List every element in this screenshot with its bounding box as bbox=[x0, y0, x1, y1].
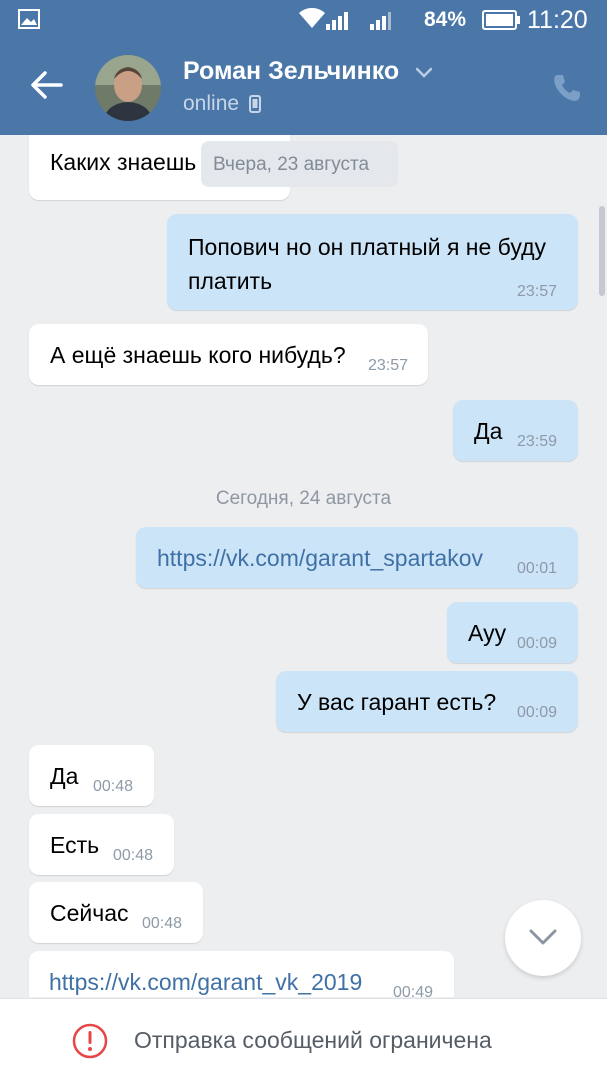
message-time: 23:57 bbox=[517, 283, 558, 300]
message-link[interactable]: https://vk.com/garant_vk_2019 bbox=[49, 969, 362, 996]
message-time: 00:48 bbox=[93, 778, 134, 795]
message-outgoing[interactable]: Попович но он платный я не буду платить … bbox=[167, 214, 578, 310]
status-bar: 84% 11:20 bbox=[0, 0, 607, 40]
message-text: Сейчас bbox=[50, 900, 129, 926]
message-text: Ауу bbox=[468, 620, 507, 646]
battery-percent: 84% bbox=[424, 8, 467, 31]
message-time: 00:48 bbox=[142, 915, 183, 932]
chat-header: Роман Зельчинко online bbox=[0, 40, 607, 135]
restricted-notice-bar: Отправка сообщений ограничена bbox=[0, 998, 607, 1081]
message-incoming[interactable]: Есть 00:48 bbox=[29, 814, 174, 875]
message-time: 00:09 bbox=[517, 635, 558, 652]
wifi-icon bbox=[299, 7, 325, 29]
chevron-down-icon bbox=[529, 929, 557, 945]
message-outgoing[interactable]: Да 23:59 bbox=[453, 400, 578, 461]
mobile-phone-icon bbox=[249, 95, 261, 113]
signal-icon bbox=[326, 12, 348, 30]
message-outgoing[interactable]: У вас гарант есть? 00:09 bbox=[276, 671, 578, 732]
message-outgoing[interactable]: https://vk.com/garant_spartakov 00:01 bbox=[136, 527, 578, 588]
battery-icon bbox=[482, 10, 520, 30]
message-time: 23:59 bbox=[517, 433, 558, 450]
contact-name[interactable]: Роман Зельчинко bbox=[183, 57, 399, 86]
image-icon bbox=[18, 9, 40, 29]
alert-icon bbox=[72, 1023, 108, 1059]
message-text: Да bbox=[50, 763, 79, 789]
chevron-down-icon[interactable] bbox=[415, 67, 433, 79]
message-time: 00:49 bbox=[393, 984, 434, 997]
back-arrow-icon[interactable] bbox=[30, 70, 64, 100]
scroll-down-button[interactable] bbox=[505, 900, 581, 976]
message-time: 23:57 bbox=[368, 357, 409, 374]
message-link[interactable]: https://vk.com/garant_spartakov bbox=[157, 545, 483, 572]
restricted-notice-text: Отправка сообщений ограничена bbox=[134, 1027, 492, 1053]
message-text: Есть bbox=[50, 832, 100, 858]
message-time: 00:09 bbox=[517, 704, 558, 721]
scrollbar[interactable] bbox=[599, 206, 605, 296]
message-time: 00:48 bbox=[113, 847, 154, 864]
message-time: 00:01 bbox=[517, 560, 558, 577]
clock: 11:20 bbox=[527, 6, 588, 34]
date-pill: Вчера, 23 августа bbox=[201, 141, 398, 187]
message-incoming[interactable]: https://vk.com/garant_vk_2019 00:49 bbox=[29, 951, 454, 997]
message-text: Да bbox=[474, 418, 503, 444]
date-separator: Сегодня, 24 августа bbox=[215, 488, 392, 509]
message-incoming[interactable]: Да 00:48 bbox=[29, 745, 154, 806]
message-text: Попович но он платный я не буду bbox=[188, 234, 546, 260]
contact-status: online bbox=[183, 92, 240, 115]
message-text: А ещё знаешь кого нибудь? bbox=[50, 342, 346, 368]
message-incoming[interactable]: А ещё знаешь кого нибудь? 23:57 bbox=[29, 324, 428, 385]
message-text: Каких знаешь bbox=[50, 149, 197, 175]
message-list[interactable]: Каких знаешь 23:56 Вчера, 23 августа Поп… bbox=[0, 135, 607, 997]
message-text-line2: платить bbox=[188, 268, 273, 294]
message-outgoing[interactable]: Ауу 00:09 bbox=[447, 602, 578, 663]
signal-icon bbox=[370, 12, 391, 30]
message-text: У вас гарант есть? bbox=[297, 689, 497, 715]
avatar[interactable] bbox=[95, 55, 161, 121]
message-incoming[interactable]: Сейчас 00:48 bbox=[29, 882, 203, 943]
call-icon[interactable] bbox=[552, 73, 582, 103]
